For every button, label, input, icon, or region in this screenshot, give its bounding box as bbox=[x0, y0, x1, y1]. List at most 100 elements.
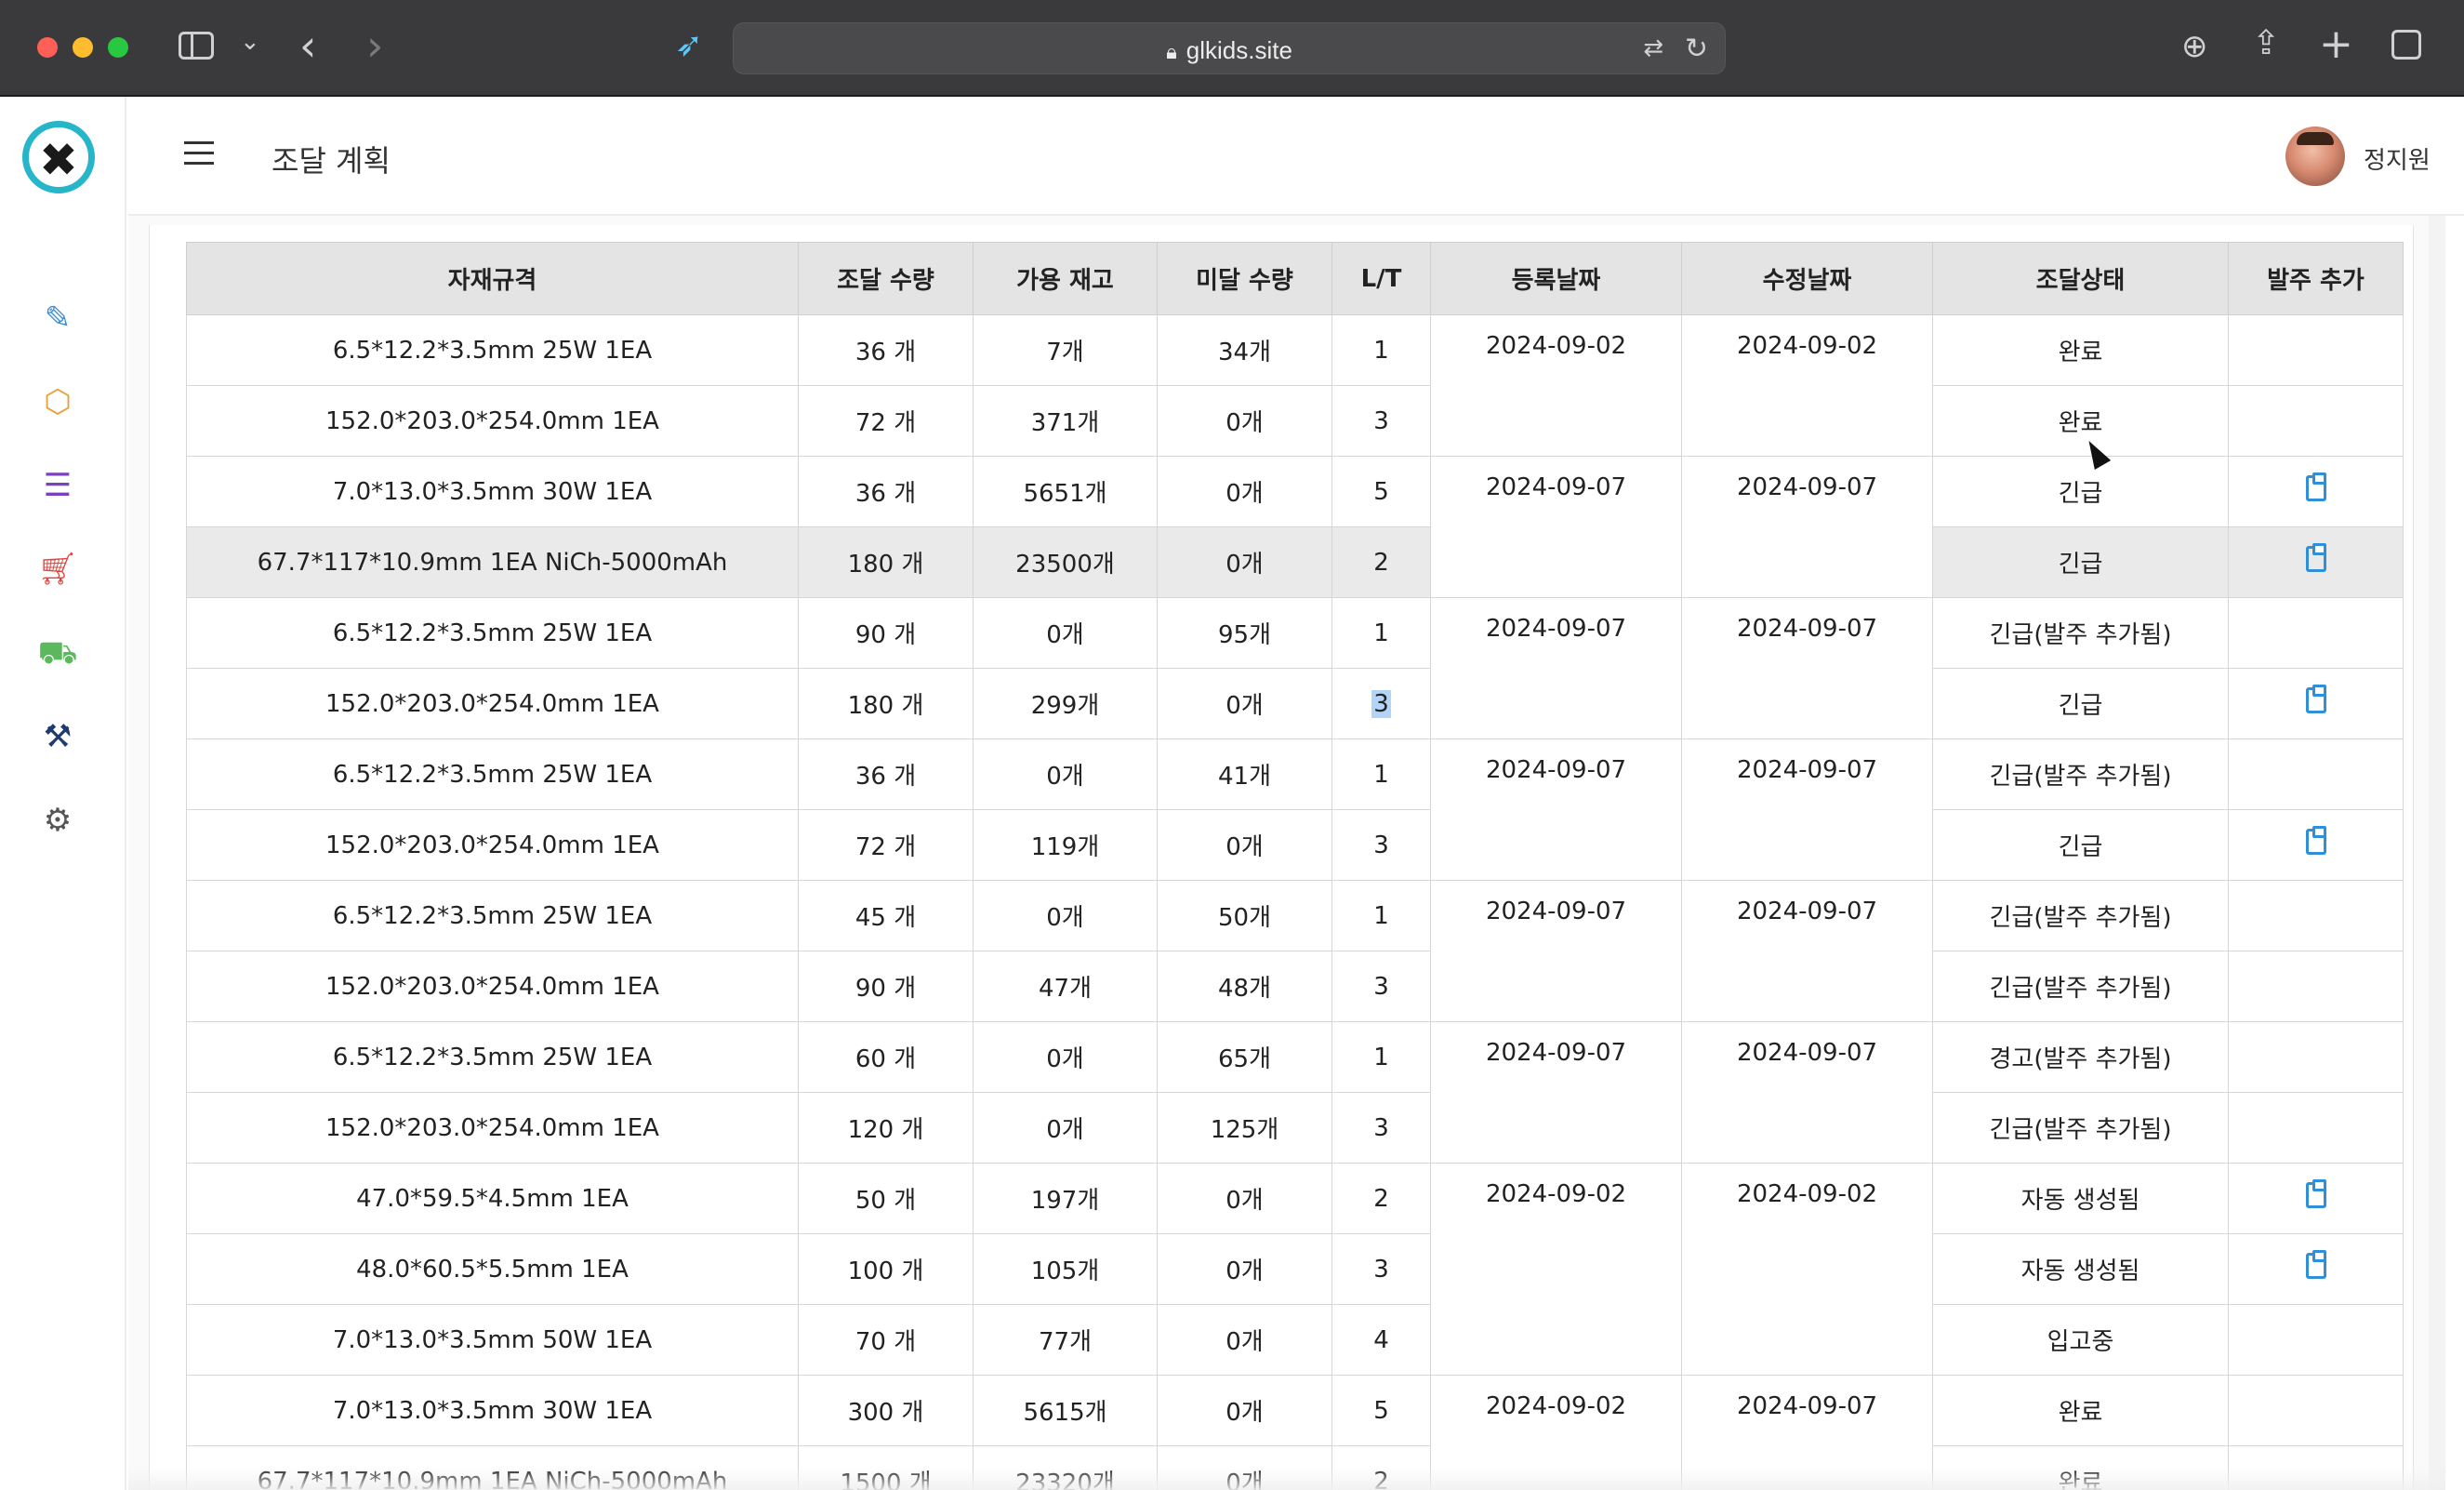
column-header[interactable]: 가용 재고 bbox=[973, 242, 1158, 315]
column-header[interactable]: L/T bbox=[1331, 242, 1431, 315]
new-tab-icon[interactable]: + bbox=[2319, 20, 2353, 68]
cell-short: 0개 bbox=[1157, 456, 1332, 527]
cell-short: 0개 bbox=[1157, 1233, 1332, 1305]
table-row[interactable]: 7.0*13.0*3.5mm 30W 1EA 36 개 5651개 0개 5 2024-0… bbox=[186, 456, 2404, 598]
clipboard-icon[interactable] bbox=[2305, 826, 2326, 855]
gear-icon[interactable]: ⚙ bbox=[37, 800, 78, 841]
extension-bird-icon[interactable]: ➶ bbox=[675, 26, 703, 64]
table-row[interactable]: 47.0*59.5*4.5mm 1EA 50 개 197개 0개 2 2024-09-02… bbox=[186, 1163, 2404, 1376]
cell-order bbox=[2228, 1233, 2404, 1305]
list-icon[interactable]: ☰ bbox=[37, 465, 78, 506]
table-row[interactable]: 152.0*203.0*254.0mm 1EA 72 개 119개 0개 3 긴급 bbox=[186, 809, 2404, 881]
column-header[interactable]: 발주 추가 bbox=[2228, 242, 2404, 315]
cell-stock: 5615개 bbox=[973, 1375, 1158, 1446]
cell-order bbox=[2228, 456, 2404, 527]
table-row[interactable]: 48.0*60.5*5.5mm 1EA 100 개 105개 0개 3 자동 생성됨 bbox=[186, 1233, 2404, 1305]
cell-order bbox=[2228, 526, 2404, 598]
column-header[interactable]: 수정날짜 bbox=[1681, 242, 1933, 315]
app-logo[interactable]: ✖ bbox=[22, 121, 95, 193]
cell-qty: 60 개 bbox=[798, 1021, 974, 1093]
table-row[interactable]: 6.5*12.2*3.5mm 25W 1EA 90 개 0개 95개 1 2024-09-… bbox=[186, 597, 2404, 739]
cell-modified-date: 2024-09-07 bbox=[1681, 738, 1933, 881]
clipboard-icon[interactable] bbox=[2305, 543, 2326, 572]
download-icon[interactable]: ⊕ bbox=[2181, 28, 2208, 65]
chevron-down-icon[interactable]: ⌄ bbox=[240, 28, 260, 56]
clipboard-icon[interactable] bbox=[2305, 1250, 2326, 1279]
table-row[interactable]: 7.0*13.0*3.5mm 50W 1EA 70 개 77개 0개 4 입고중 bbox=[186, 1304, 2404, 1376]
cell-stock: 371개 bbox=[973, 385, 1158, 457]
table-row[interactable]: 7.0*13.0*3.5mm 30W 1EA 300 개 5615개 0개 5 2024-… bbox=[186, 1375, 2404, 1490]
cell-created-date: 2024-09-07 bbox=[1430, 880, 1682, 1022]
forward-arrow-icon[interactable]: › bbox=[366, 20, 383, 71]
table-row[interactable]: 6.5*12.2*3.5mm 25W 1EA 36 개 0개 41개 1 2024-09-… bbox=[186, 738, 2404, 881]
cell-stock: 7개 bbox=[973, 314, 1158, 386]
truck-icon[interactable]: ⛟ bbox=[37, 632, 78, 673]
cell-status: 자동 생성됨 bbox=[1932, 1233, 2229, 1305]
cell-status: 완료 bbox=[1932, 1375, 2229, 1446]
reload-icon[interactable]: ↻ bbox=[1685, 33, 1708, 65]
table-row[interactable]: 6.5*12.2*3.5mm 25W 1EA 36 개 7개 34개 1 2024-09-… bbox=[186, 314, 2404, 457]
close-window-button[interactable] bbox=[37, 37, 58, 58]
table-row[interactable]: 6.5*12.2*3.5mm 25W 1EA 60 개 0개 65개 1 2024-09-… bbox=[186, 1021, 2404, 1164]
table-row[interactable]: 152.0*203.0*254.0mm 1EA 180 개 299개 0개 3 긴급 bbox=[186, 668, 2404, 739]
cell-lt: 5 bbox=[1331, 1375, 1431, 1446]
edit-icon[interactable]: ✎ bbox=[37, 298, 78, 339]
cell-spec: 67.7*117*10.9mm 1EA NiCh-5000mAh bbox=[186, 526, 799, 598]
cell-spec: 152.0*203.0*254.0mm 1EA bbox=[186, 385, 799, 457]
cell-stock: 0개 bbox=[973, 738, 1158, 810]
sidebar-toggle-icon[interactable] bbox=[179, 32, 214, 60]
column-header[interactable]: 등록날짜 bbox=[1430, 242, 1682, 315]
address-bar[interactable]: 🔒︎ glkids.site ⇄ ↻ bbox=[733, 22, 1726, 74]
cell-lt: 1 bbox=[1331, 314, 1431, 386]
cell-order bbox=[2228, 1021, 2404, 1093]
cell-order bbox=[2228, 1163, 2404, 1234]
zoom-window-button[interactable] bbox=[108, 37, 128, 58]
table-row[interactable]: 67.7*117*10.9mm 1EA NiCh-5000mAh 180 개 235… bbox=[186, 526, 2404, 598]
table-row[interactable]: 152.0*203.0*254.0mm 1EA 90 개 47개 48개 3 긴급(발주 … bbox=[186, 951, 2404, 1022]
cell-lt: 1 bbox=[1331, 738, 1431, 810]
share-icon[interactable]: ⇪ bbox=[2252, 24, 2280, 62]
scrollbar[interactable] bbox=[2429, 216, 2445, 1490]
column-header[interactable]: 조달상태 bbox=[1932, 242, 2229, 315]
tab-overview-icon[interactable] bbox=[2391, 30, 2421, 60]
table-row[interactable]: 152.0*203.0*254.0mm 1EA 72 개 371개 0개 3 완료 bbox=[186, 385, 2404, 457]
cell-spec: 7.0*13.0*3.5mm 30W 1EA bbox=[186, 456, 799, 527]
hammer-icon[interactable]: ⚒ bbox=[37, 716, 78, 757]
clipboard-icon[interactable] bbox=[2305, 1179, 2326, 1208]
cell-qty: 36 개 bbox=[798, 314, 974, 386]
table-row[interactable]: 6.5*12.2*3.5mm 25W 1EA 45 개 0개 50개 1 2024-09-… bbox=[186, 880, 2404, 1022]
translate-icon[interactable]: ⇄ bbox=[1643, 34, 1663, 62]
procurement-table: 자재규격 조달 수량 가용 재고 미달 수량 L/T 등록날짜 수정날짜 조달상태 발주 추가 … bbox=[186, 242, 2404, 1490]
cell-lt: 1 bbox=[1331, 1021, 1431, 1093]
cell-lt: 3 bbox=[1331, 809, 1431, 881]
cart-icon[interactable]: 🛒︎ bbox=[37, 549, 78, 590]
cell-qty: 36 개 bbox=[798, 456, 974, 527]
minimize-window-button[interactable] bbox=[73, 37, 93, 58]
cell-status: 긴급 bbox=[1932, 809, 2229, 881]
cell-stock: 119개 bbox=[973, 809, 1158, 881]
table-row[interactable]: 152.0*203.0*254.0mm 1EA 120 개 0개 125개 3 긴급(발주… bbox=[186, 1092, 2404, 1164]
cell-short: 0개 bbox=[1157, 1375, 1332, 1446]
cell-short: 65개 bbox=[1157, 1021, 1332, 1093]
back-arrow-icon[interactable]: ‹ bbox=[299, 20, 316, 71]
column-header[interactable]: 자재규격 bbox=[186, 242, 799, 315]
cell-stock: 23500개 bbox=[973, 526, 1158, 598]
cell-short: 34개 bbox=[1157, 314, 1332, 386]
cell-lt: 1 bbox=[1331, 597, 1431, 669]
user-name[interactable]: 정지원 bbox=[2364, 141, 2431, 176]
cell-modified-date: 2024-09-07 bbox=[1681, 456, 1933, 598]
cell-qty: 180 개 bbox=[798, 668, 974, 739]
cell-qty: 45 개 bbox=[798, 880, 974, 951]
column-header[interactable]: 조달 수량 bbox=[798, 242, 974, 315]
avatar[interactable] bbox=[2285, 126, 2345, 186]
cell-spec: 47.0*59.5*4.5mm 1EA bbox=[186, 1163, 799, 1234]
box-icon[interactable]: ⬡ bbox=[37, 381, 78, 422]
column-header[interactable]: 미달 수량 bbox=[1157, 242, 1332, 315]
clipboard-icon[interactable] bbox=[2305, 685, 2326, 713]
cell-status: 긴급(발주 추가됨) bbox=[1932, 951, 2229, 1022]
clipboard-icon[interactable] bbox=[2305, 472, 2326, 501]
cell-order bbox=[2228, 314, 2404, 386]
cell-order bbox=[2228, 668, 2404, 739]
menu-icon[interactable] bbox=[184, 141, 214, 166]
cell-short: 48개 bbox=[1157, 951, 1332, 1022]
